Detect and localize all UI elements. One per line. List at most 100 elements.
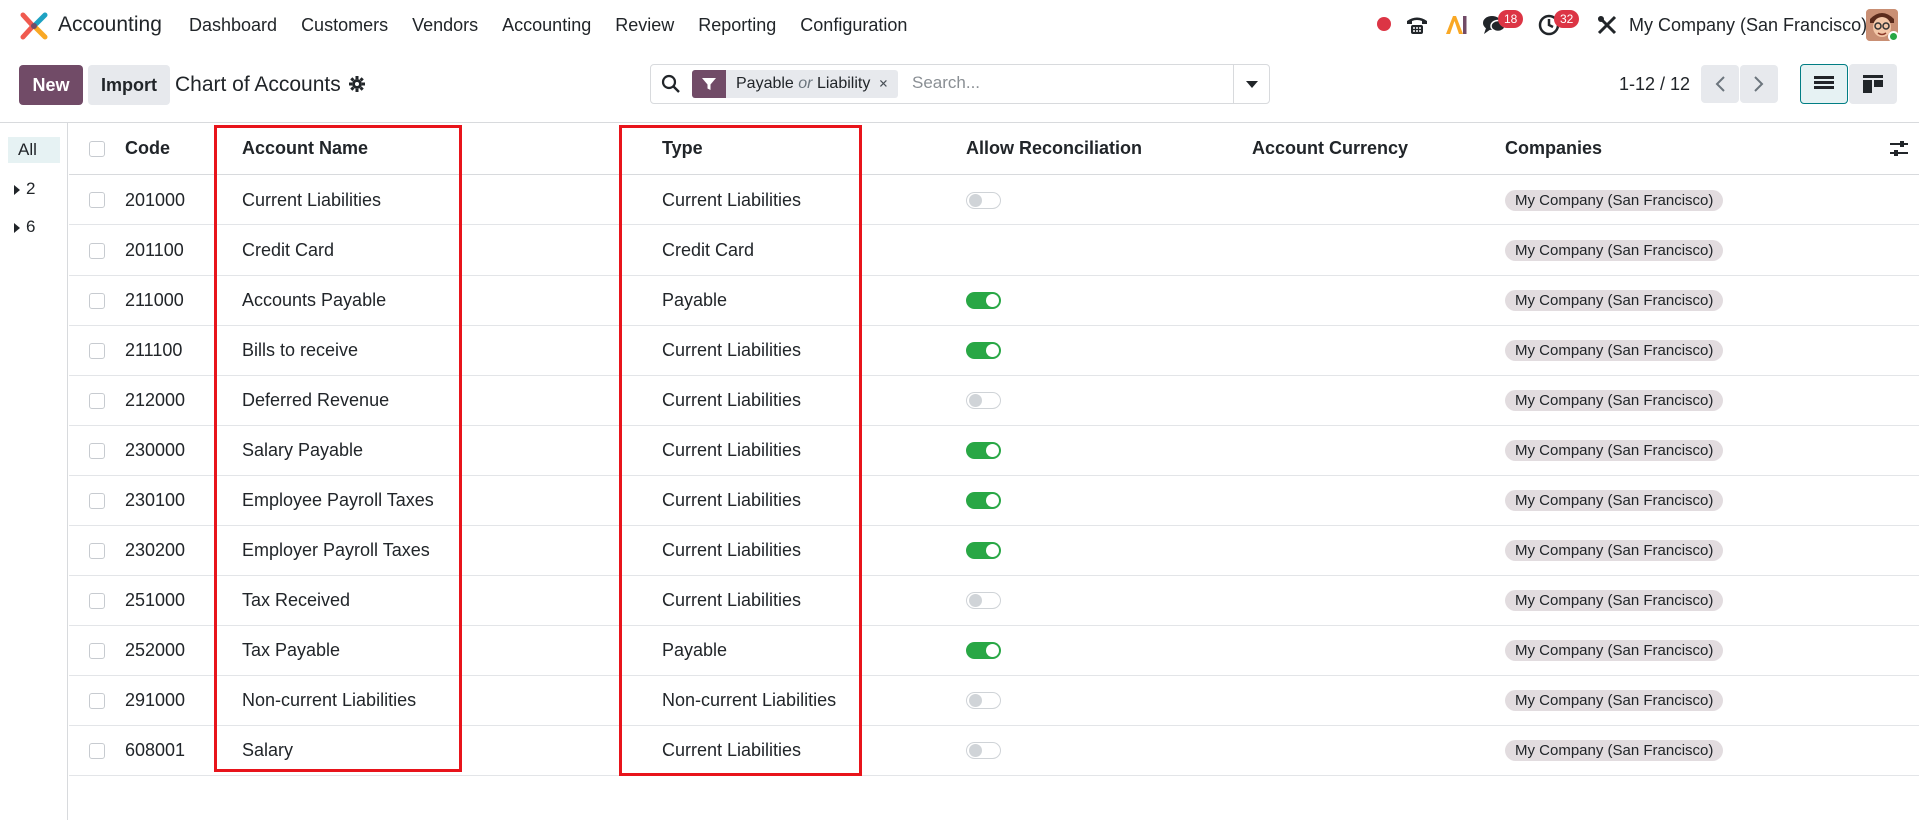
row-checkbox[interactable] (89, 742, 105, 759)
menu-customers[interactable]: Customers (301, 15, 388, 36)
account-code: 230200 (125, 540, 186, 560)
account-code: 212000 (125, 390, 186, 410)
menu-accounting[interactable]: Accounting (502, 15, 591, 36)
menu-dashboard[interactable]: Dashboard (189, 15, 277, 36)
toggle-knob (969, 394, 982, 407)
reconciliation-toggle[interactable] (966, 592, 1001, 609)
row-checkbox[interactable] (89, 442, 105, 459)
row-select-cell (89, 426, 105, 475)
messages-button[interactable]: 18 (1482, 10, 1524, 38)
reconciliation-toggle[interactable] (966, 492, 1001, 509)
reconciliation-toggle[interactable] (966, 742, 1001, 759)
row-checkbox[interactable] (89, 342, 105, 359)
menu-configuration[interactable]: Configuration (800, 15, 907, 36)
tools-icon[interactable] (1596, 14, 1618, 36)
account-code: 230000 (125, 440, 186, 460)
row-checkbox[interactable] (89, 492, 105, 509)
caret-right-icon (14, 184, 20, 195)
search-panel: All 2 6 (0, 123, 68, 820)
search-input[interactable] (912, 73, 1232, 93)
accounting-app-icon[interactable] (20, 12, 48, 40)
pager-value[interactable]: 1-12 / 12 (1619, 74, 1690, 95)
new-button[interactable]: New (19, 65, 83, 105)
company-switcher[interactable]: My Company (San Francisco) (1629, 15, 1867, 36)
close-icon[interactable] (878, 77, 898, 91)
chevron-left-icon (1715, 76, 1725, 92)
kanban-view-button[interactable] (1849, 64, 1897, 104)
list-view-icon (1814, 76, 1834, 89)
companies-cell: My Company (San Francisco) (1505, 176, 1724, 224)
activities-badge: 32 (1554, 10, 1580, 28)
pager-next-button[interactable] (1740, 65, 1778, 103)
account-code: 201000 (125, 189, 186, 210)
company-tag: My Company (San Francisco) (1505, 690, 1724, 711)
sliders-icon (1890, 140, 1908, 156)
row-checkbox[interactable] (89, 542, 105, 559)
toggle-knob (986, 444, 999, 457)
top-navbar: Accounting Dashboard Customers Vendors A… (0, 0, 1919, 50)
company-tag: My Company (San Francisco) (1505, 540, 1724, 561)
toggle-knob (969, 594, 982, 607)
row-checkbox[interactable] (89, 392, 105, 409)
toggle-knob (986, 294, 999, 307)
row-checkbox[interactable] (89, 592, 105, 609)
import-button[interactable]: Import (88, 65, 170, 105)
row-checkbox[interactable] (89, 692, 105, 709)
toggle-knob (986, 544, 999, 557)
app-name[interactable]: Accounting (58, 13, 162, 37)
reconciliation-toggle[interactable] (966, 542, 1001, 559)
row-checkbox[interactable] (89, 242, 105, 259)
menu-review[interactable]: Review (615, 15, 674, 36)
pager-previous-button[interactable] (1701, 65, 1739, 103)
company-tag: My Company (San Francisco) (1505, 189, 1724, 211)
search-panel-group-6[interactable]: 6 (14, 217, 35, 237)
menu-vendors[interactable]: Vendors (412, 15, 478, 36)
column-account-currency[interactable]: Account Currency (1252, 123, 1408, 174)
reconciliation-cell (966, 326, 1001, 375)
select-all-cell (89, 123, 105, 174)
reconciliation-cell (966, 676, 1001, 725)
column-companies[interactable]: Companies (1505, 123, 1602, 174)
reconciliation-toggle[interactable] (966, 692, 1001, 709)
search-panel-all[interactable]: All (8, 137, 60, 163)
column-code[interactable]: Code (125, 123, 170, 174)
menu-reporting[interactable]: Reporting (698, 15, 776, 36)
reconciliation-toggle[interactable] (966, 342, 1001, 359)
row-select-cell (89, 576, 105, 625)
main-menu: Dashboard Customers Vendors Accounting R… (189, 15, 907, 36)
reconciliation-cell (966, 176, 1001, 224)
optional-columns-toggle[interactable] (1889, 123, 1909, 174)
search-panel-group-2[interactable]: 2 (14, 179, 35, 199)
account-code: 201100 (125, 240, 184, 260)
companies-cell: My Company (San Francisco) (1505, 676, 1724, 725)
company-tag: My Company (San Francisco) (1505, 340, 1724, 361)
search-options-toggle[interactable] (1233, 65, 1269, 103)
search-icon[interactable] (661, 74, 681, 94)
company-tag: My Company (San Francisco) (1505, 440, 1724, 461)
row-checkbox[interactable] (89, 292, 105, 309)
row-checkbox[interactable] (89, 642, 105, 659)
recording-dot-icon[interactable] (1376, 16, 1392, 32)
caret-down-icon (1245, 81, 1258, 88)
companies-cell: My Company (San Francisco) (1505, 326, 1724, 375)
row-checkbox[interactable] (89, 192, 105, 208)
reconciliation-toggle[interactable] (966, 392, 1001, 409)
gear-icon[interactable] (349, 76, 365, 92)
ai-icon[interactable] (1444, 14, 1468, 36)
company-tag: My Company (San Francisco) (1505, 240, 1724, 261)
reconciliation-toggle[interactable] (966, 292, 1001, 309)
list-view-button[interactable] (1800, 64, 1848, 104)
facet-value-liability: Liability (816, 75, 871, 92)
activities-button[interactable]: 32 (1538, 10, 1580, 38)
reconciliation-toggle[interactable] (966, 642, 1001, 659)
phone-icon[interactable] (1405, 14, 1429, 36)
select-all-checkbox[interactable] (89, 140, 105, 157)
row-select-cell (89, 476, 105, 525)
column-allow-reconciliation[interactable]: Allow Reconciliation (966, 123, 1142, 174)
facet-or-separator: or (798, 75, 813, 92)
reconciliation-toggle[interactable] (966, 191, 1001, 209)
toggle-knob (969, 744, 982, 757)
facet-value-payable: Payable (736, 75, 794, 92)
reconciliation-toggle[interactable] (966, 442, 1001, 459)
company-tag: My Company (San Francisco) (1505, 640, 1724, 661)
